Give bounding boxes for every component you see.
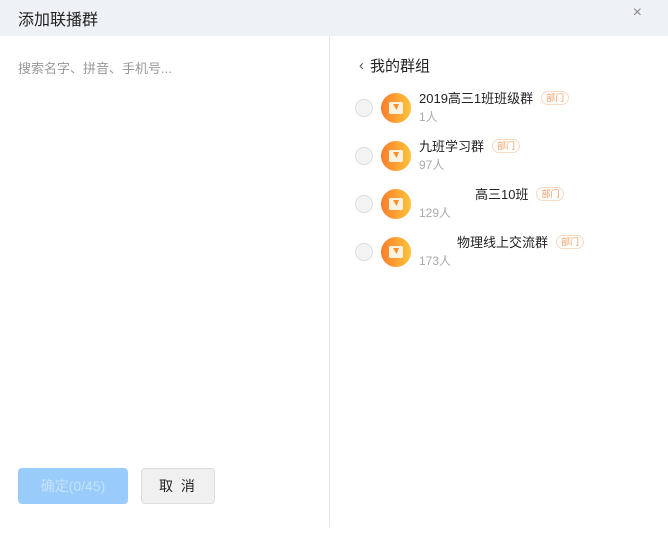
chevron-left-icon: ‹ — [359, 57, 364, 74]
search-input[interactable] — [18, 61, 308, 76]
member-count: 97人 — [419, 158, 445, 172]
member-count: 173人 — [419, 254, 452, 268]
department-badge: 部门 — [536, 186, 565, 201]
close-icon[interactable]: × — [633, 4, 642, 22]
department-badge: 部门 — [492, 138, 521, 153]
department-badge: 部门 — [556, 234, 585, 249]
confirm-button[interactable]: 确定(0/45) — [18, 468, 128, 504]
dialog-title: 添加联播群 — [18, 12, 99, 29]
group-item[interactable]: 2019高三1班班级群 部门 1人 — [355, 88, 655, 128]
back-to-my-groups[interactable]: ‹ 我的群组 — [359, 55, 430, 76]
left-panel: 确定(0/45) 取 消 — [0, 36, 330, 527]
book-icon — [389, 102, 403, 114]
book-icon — [389, 198, 403, 210]
group-radio[interactable] — [355, 195, 373, 213]
department-badge: 部门 — [541, 90, 570, 105]
book-icon — [389, 246, 403, 258]
group-radio[interactable] — [355, 243, 373, 261]
group-avatar — [381, 141, 411, 171]
group-avatar — [381, 93, 411, 123]
group-avatar — [381, 189, 411, 219]
group-radio[interactable] — [355, 147, 373, 165]
group-name: 2019高三1班班级群 — [419, 91, 534, 106]
group-item[interactable]: 高三10班 部门 129人 — [355, 184, 655, 224]
member-count: 1人 — [419, 110, 438, 124]
dialog-header: 添加联播群 × — [0, 0, 668, 36]
member-count: 129人 — [419, 206, 452, 220]
book-icon — [389, 150, 403, 162]
breadcrumb-label: 我的群组 — [370, 58, 431, 75]
group-item[interactable]: 九班学习群 部门 97人 — [355, 136, 655, 176]
group-name: 九班学习群 — [419, 139, 485, 154]
group-radio[interactable] — [355, 99, 373, 117]
group-avatar — [381, 237, 411, 267]
group-name: 物理线上交流群 — [457, 235, 549, 250]
group-item[interactable]: 物理线上交流群 部门 173人 — [355, 232, 655, 272]
group-name: 高三10班 — [475, 187, 529, 202]
cancel-button[interactable]: 取 消 — [141, 468, 215, 504]
